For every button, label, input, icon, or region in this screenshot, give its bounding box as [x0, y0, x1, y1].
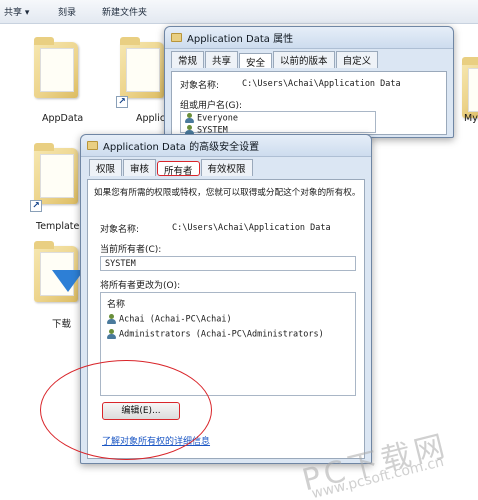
name-column-header[interactable]: 名称	[101, 293, 355, 312]
tab-customize[interactable]: 自定义	[335, 51, 379, 68]
owner-hint: 如果您有所需的权限或特权，您就可以取得或分配这个对象的所有权。	[94, 188, 361, 198]
share-menu[interactable]: 共享 ▾	[4, 5, 29, 18]
group-user-label: 组或用户名(G):	[180, 101, 243, 111]
folder-small-icon	[171, 33, 182, 42]
tab-owner[interactable]: 所有者	[157, 161, 200, 177]
tab-effective-permissions[interactable]: 有效权限	[200, 159, 253, 176]
owner-name: Administrators (Achai-PC\Administrators)	[119, 329, 324, 339]
folder-icon[interactable]	[462, 57, 478, 118]
object-name-value: C:\Users\Achai\Application Data	[242, 79, 401, 89]
current-owner-label: 当前所有者(C):	[100, 245, 162, 255]
user-icon	[107, 314, 116, 324]
folder-icon[interactable]	[34, 143, 78, 204]
tab-permissions[interactable]: 权限	[89, 159, 123, 176]
properties-titlebar[interactable]: Application Data 属性	[165, 27, 453, 49]
object-name-label: 对象名称:	[180, 81, 220, 91]
shortcut-arrow-icon: ↗	[30, 200, 42, 212]
shortcut-arrow-icon: ↗	[116, 96, 128, 108]
annotation-oval	[40, 360, 212, 460]
folder-label-templates[interactable]: Template	[36, 221, 79, 232]
folder-icon[interactable]	[34, 37, 78, 98]
object-name-label: 对象名称:	[100, 225, 140, 235]
security-panel: 对象名称: C:\Users\Achai\Application Data 组或…	[171, 71, 447, 135]
tab-general[interactable]: 常规	[171, 51, 205, 68]
list-item[interactable]: Everyone	[181, 112, 375, 125]
user-group-icon	[185, 113, 194, 123]
current-owner-field: SYSTEM	[100, 256, 356, 271]
current-owner-value: SYSTEM	[105, 259, 136, 269]
owner-name: Achai (Achai-PC\Achai)	[119, 314, 232, 325]
folder-label-downloads[interactable]: 下载	[52, 316, 71, 330]
advanced-titlebar[interactable]: Application Data 的高级安全设置	[81, 135, 371, 157]
tab-security[interactable]: 安全	[239, 53, 273, 69]
advanced-tabs: 权限 审核 所有者 有效权限	[81, 159, 371, 177]
folder-label-partial[interactable]: My	[464, 113, 478, 124]
explorer-toolbar: 共享 ▾ 刻录 新建文件夹	[0, 0, 478, 24]
user-list[interactable]: Everyone SYSTEM	[180, 111, 376, 135]
user-group-icon	[185, 124, 194, 135]
folder-icon[interactable]	[120, 37, 164, 98]
user-name: Everyone	[197, 113, 238, 124]
properties-window: Application Data 属性 常规 共享 安全 以前的版本 自定义 对…	[164, 26, 454, 138]
new-folder-button[interactable]: 新建文件夹	[102, 5, 147, 18]
folder-small-icon	[87, 141, 98, 150]
advanced-title: Application Data 的高级安全设置	[103, 142, 260, 153]
properties-title: Application Data 属性	[187, 34, 294, 45]
user-group-icon	[107, 328, 116, 339]
change-owner-label: 将所有者更改为(O):	[100, 281, 181, 291]
folder-label-applic[interactable]: Applic	[136, 113, 165, 124]
tab-previous-versions[interactable]: 以前的版本	[273, 51, 335, 68]
list-item[interactable]: Achai (Achai-PC\Achai)	[101, 312, 355, 327]
folder-label-appdata[interactable]: AppData	[42, 113, 83, 124]
screenshot-root: 共享 ▾ 刻录 新建文件夹 AppData ↗ Applic ↗ Templat…	[0, 0, 478, 500]
list-item[interactable]: Administrators (Achai-PC\Administrators)	[101, 327, 355, 342]
burn-button[interactable]: 刻录	[58, 5, 76, 18]
tab-sharing[interactable]: 共享	[205, 51, 239, 68]
properties-tabs: 常规 共享 安全 以前的版本 自定义	[165, 51, 453, 69]
object-name-value: C:\Users\Achai\Application Data	[172, 223, 331, 233]
tab-auditing[interactable]: 审核	[123, 159, 157, 176]
